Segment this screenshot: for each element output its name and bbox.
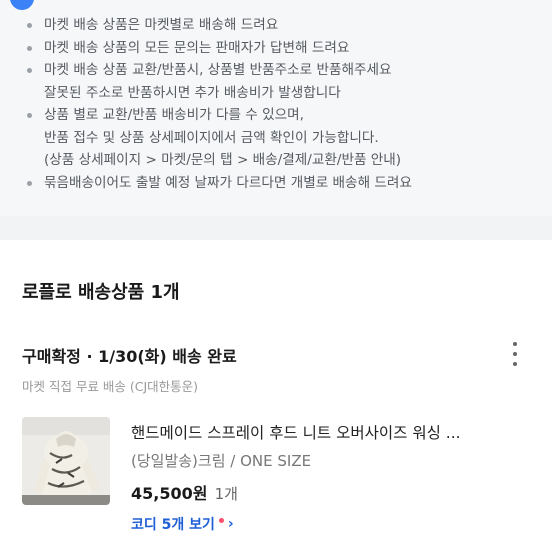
product-name[interactable]: 핸드메이드 스프레이 후드 니트 오버사이즈 워싱 ... bbox=[131, 421, 531, 443]
notice-list: 마켓 배송 상품은 마켓별로 배송해 드려요 마켓 배송 상품의 모든 문의는 … bbox=[24, 14, 544, 194]
notice-text: 잘못된 주소로 반품하시면 추가 배송비가 발생합니다 bbox=[44, 84, 341, 101]
more-vertical-icon[interactable] bbox=[508, 342, 522, 366]
notice-item: 상품 별로 교환/반품 배송비가 다를 수 있으며, 반품 접수 및 상품 상세… bbox=[24, 104, 544, 172]
notice-text: 반품 접수 및 상품 상세페이지에서 금액 확인이 가능합니다. bbox=[44, 129, 379, 146]
notice-text: 마켓 배송 상품의 모든 문의는 판매자가 답변해 드려요 bbox=[44, 39, 350, 56]
new-badge-dot bbox=[218, 517, 224, 523]
product-option: (당일발송)크림 / ONE SIZE bbox=[131, 452, 312, 470]
bullet-icon bbox=[27, 113, 32, 118]
notice-text: 상품 별로 교환/반품 배송비가 다를 수 있으며, bbox=[44, 107, 304, 123]
notice-text: (상품 상세페이지 > 마켓/문의 탭 > 배송/결제/교환/반품 안내) bbox=[44, 152, 402, 168]
bullet-icon bbox=[27, 68, 32, 73]
bullet-icon bbox=[27, 23, 32, 28]
bullet-icon bbox=[27, 180, 32, 186]
shipping-info: 마켓 직접 무료 배송 (CJ대한통운) bbox=[22, 379, 199, 394]
chevron-right-icon: › bbox=[227, 516, 234, 532]
notice-item: 마켓 배송 상품 교환/반품시, 상품별 반품주소로 반품해주세요 잘못된 주소… bbox=[24, 59, 544, 104]
product-image bbox=[22, 417, 110, 505]
order-card: 로플로 배송상품 1개 구매확정 · 1/30(화) 배송 완료 마켓 직접 무… bbox=[0, 240, 552, 552]
notice-item: 묶음배송이어도 출발 예정 날짜가 다르다면 개별로 배송해 드려요 bbox=[24, 172, 544, 195]
notice-item: 마켓 배송 상품의 모든 문의는 판매자가 답변해 드려요 bbox=[24, 37, 544, 60]
codi-link[interactable]: 코디 5개 보기 › bbox=[131, 514, 234, 534]
notice-text: 마켓 배송 상품은 마켓별로 배송해 드려요 bbox=[44, 17, 279, 33]
product-quantity: 1개 bbox=[214, 485, 238, 503]
notice-item: 마켓 배송 상품은 마켓별로 배송해 드려요 bbox=[24, 14, 544, 37]
section-title: 로플로 배송상품 1개 bbox=[22, 282, 180, 303]
product-price: 45,500원 bbox=[131, 484, 208, 503]
bullet-icon bbox=[27, 45, 32, 51]
order-status: 구매확정 · 1/30(화) 배송 완료 bbox=[22, 347, 237, 366]
notice-box: 마켓 배송 상품은 마켓별로 배송해 드려요 마켓 배송 상품의 모든 문의는 … bbox=[0, 0, 552, 216]
price-row: 45,500원 1개 bbox=[131, 480, 238, 504]
notice-text: 묶음배송이어도 출발 예정 날짜가 다르다면 개별로 배송해 드려요 bbox=[44, 174, 412, 191]
product-thumbnail[interactable] bbox=[22, 417, 110, 505]
codi-link-label: 코디 5개 보기 bbox=[131, 517, 215, 533]
info-icon bbox=[10, 0, 34, 10]
notice-text: 마켓 배송 상품 교환/반품시, 상품별 반품주소로 반품해주세요 bbox=[44, 62, 392, 78]
section-divider bbox=[0, 216, 552, 240]
